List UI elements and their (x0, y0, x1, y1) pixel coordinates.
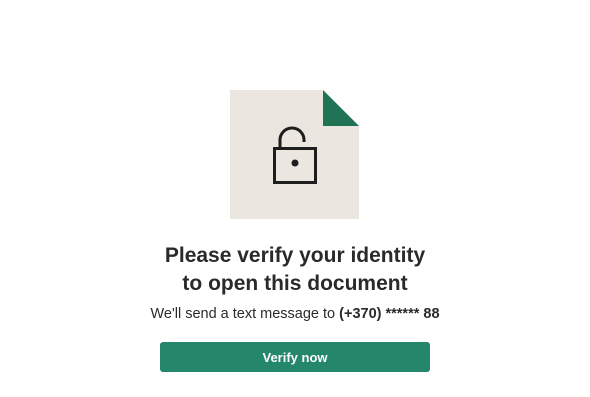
title-line-1: Please verify your identity (164, 244, 426, 267)
verify-now-button[interactable]: Verify now (160, 342, 430, 372)
title-line-2: to open this document (182, 272, 408, 295)
page-title: Please verify your identity to open this… (0, 242, 590, 298)
document-illustration (230, 90, 359, 219)
masked-phone-number: (+370) ****** 88 (339, 306, 440, 322)
sms-notice-text: We'll send a text message to (150, 306, 340, 322)
document-graphic (230, 90, 359, 219)
folded-corner (323, 90, 359, 126)
sms-notice: We'll send a text message to (+370) ****… (0, 305, 590, 323)
